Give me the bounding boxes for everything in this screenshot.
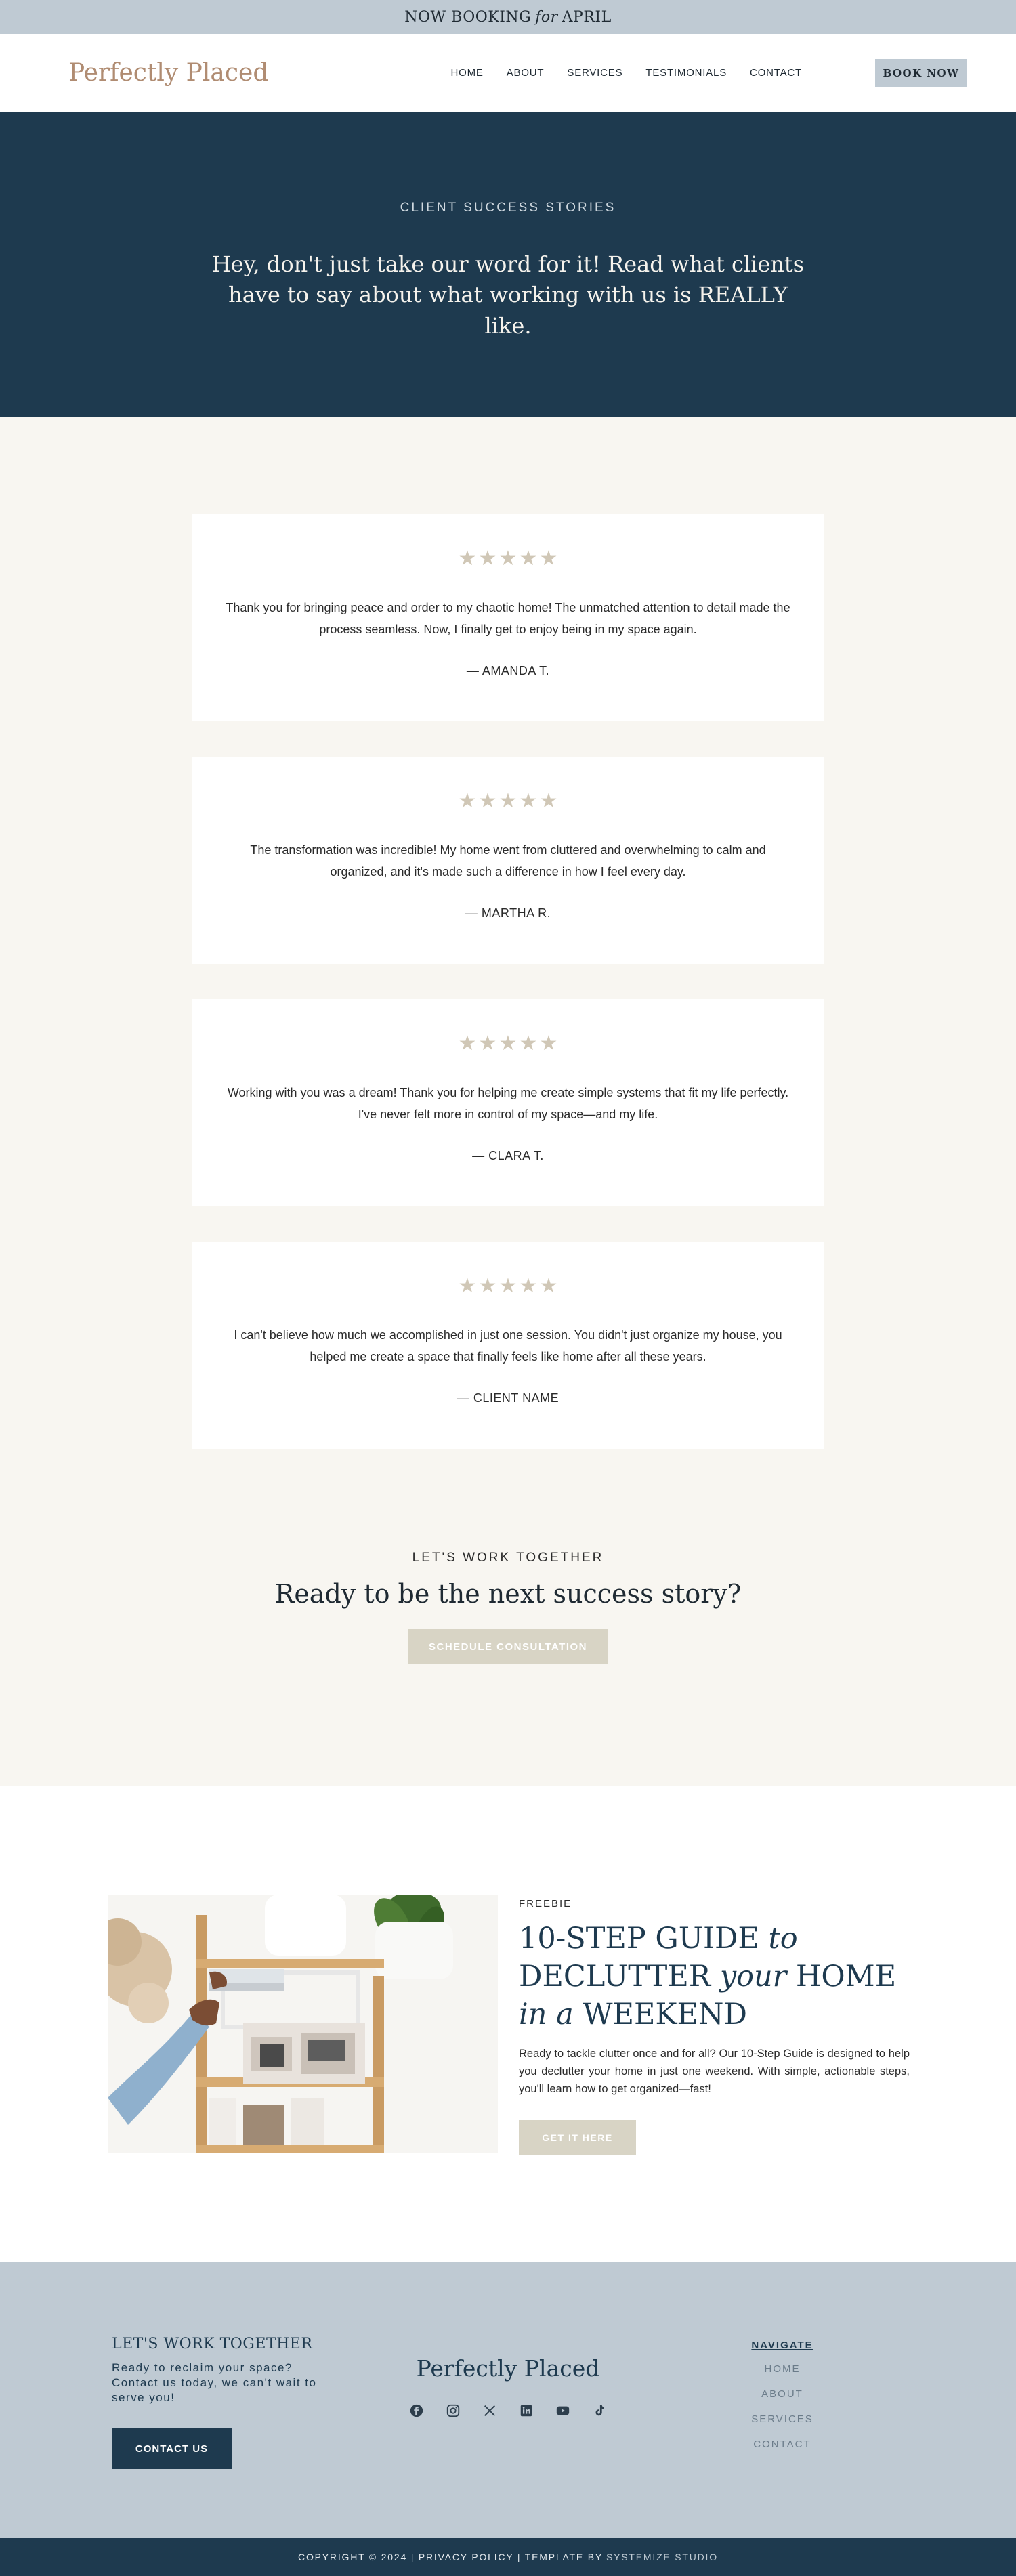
- site-logo[interactable]: Perfectly Placed: [68, 59, 268, 87]
- tiktok-icon[interactable]: [591, 2402, 608, 2420]
- social-links: [0, 2402, 1016, 2420]
- testimonial-quote: I can't believe how much we accomplished…: [234, 1328, 782, 1364]
- testimonial-card: ★ ★ ★ ★ ★ Thank you for bringing peace and o…: [192, 514, 824, 721]
- nav-contact[interactable]: CONTACT: [750, 67, 802, 79]
- site-header: Perfectly Placed HOME ABOUT SERVICES TES…: [0, 34, 1016, 112]
- title-part: WEEKEND: [573, 1997, 748, 2031]
- testimonial-card: ★ ★ ★ ★ ★ I can't believe how much we accomp…: [192, 1242, 824, 1449]
- youtube-icon[interactable]: [554, 2402, 572, 2420]
- star-icon: ★: [539, 1032, 558, 1055]
- schedule-consultation-button[interactable]: SCHEDULE CONSULTATION: [408, 1629, 608, 1664]
- star-icon: ★: [499, 547, 517, 570]
- title-italic: in a: [519, 1997, 574, 2031]
- freebie-title: 10-STEP GUIDE to DECLUTTER your HOME in a…: [519, 1920, 910, 2034]
- star-icon: ★: [519, 1275, 538, 1297]
- freebie-section: FREEBIE 10-STEP GUIDE to DECLUTTER your H…: [0, 1786, 1016, 2262]
- star-rating: ★ ★ ★ ★ ★: [192, 790, 824, 812]
- testimonial-author: — AMANDA T.: [466, 663, 550, 677]
- testimonial-quote: Working with you was a dream! Thank you …: [227, 1086, 789, 1122]
- star-icon: ★: [458, 1032, 477, 1055]
- title-part: 10-STEP GUIDE: [519, 1922, 769, 1956]
- contact-us-button[interactable]: CONTACT US: [112, 2428, 232, 2470]
- facebook-icon[interactable]: [408, 2402, 425, 2420]
- main-nav: HOME ABOUT SERVICES TESTIMONIALS CONTACT: [451, 67, 803, 79]
- freebie-description: Ready to tackle clutter once and for all…: [519, 2047, 910, 2096]
- closet-organizing-illustration: [108, 1895, 498, 2153]
- star-rating: ★ ★ ★ ★ ★: [192, 1275, 824, 1297]
- star-icon: ★: [458, 547, 477, 570]
- footer-heading: LET'S WORK TOGETHER: [112, 2336, 313, 2352]
- testimonial-card: ★ ★ ★ ★ ★ Working with you was a dream! Than…: [192, 999, 824, 1206]
- title-italic: to: [768, 1922, 798, 1956]
- star-icon: ★: [539, 1275, 558, 1297]
- star-rating: ★ ★ ★ ★ ★: [192, 547, 824, 570]
- star-icon: ★: [478, 1032, 497, 1055]
- star-icon: ★: [478, 790, 497, 812]
- star-icon: ★: [519, 1032, 538, 1055]
- star-icon: ★: [539, 547, 558, 570]
- testimonial-author: — CLARA T.: [472, 1148, 544, 1162]
- star-rating: ★ ★ ★ ★ ★: [192, 1032, 824, 1055]
- cta-block: LET'S WORK TOGETHER Ready to be the next…: [0, 1484, 1016, 1664]
- freebie-image: [108, 1895, 498, 2153]
- linkedin-icon[interactable]: [517, 2402, 535, 2420]
- footer-nav: NAVIGATE HOME ABOUT SERVICES CONTACT: [748, 2340, 816, 2450]
- freebie-content: FREEBIE 10-STEP GUIDE to DECLUTTER your H…: [519, 1895, 910, 2262]
- star-icon: ★: [458, 790, 477, 812]
- star-icon: ★: [519, 547, 538, 570]
- footer-nav-title: NAVIGATE: [751, 2340, 813, 2351]
- testimonial-author: — CLIENT NAME: [457, 1391, 559, 1405]
- star-icon: ★: [519, 790, 538, 812]
- x-icon[interactable]: [481, 2402, 499, 2420]
- get-it-here-button[interactable]: GET IT HERE: [519, 2119, 636, 2155]
- testimonial-author: — MARTHA R.: [465, 906, 551, 920]
- testimonial-card: ★ ★ ★ ★ ★ The transformation was incredible!…: [192, 757, 824, 964]
- hero-section: CLIENT SUCCESS STORIES Hey, don't just t…: [0, 112, 1016, 417]
- book-now-button[interactable]: BOOK NOW: [875, 58, 967, 87]
- site-footer: LET'S WORK TOGETHER Ready to reclaim you…: [0, 2262, 1016, 2538]
- star-icon: ★: [499, 1032, 517, 1055]
- hero-headline: Hey, don't just take our word for it! Re…: [211, 251, 805, 339]
- cta-eyebrow: LET'S WORK TOGETHER: [412, 1550, 604, 1565]
- footer-nav-services[interactable]: SERVICES: [748, 2413, 816, 2425]
- cta-headline: Ready to be the next success story?: [274, 1579, 742, 1609]
- copyright-bar: COPYRIGHT © 2024 | PRIVACY POLICY | TEMP…: [0, 2538, 1016, 2576]
- hero-eyebrow: CLIENT SUCCESS STORIES: [400, 200, 616, 215]
- copyright-text: COPYRIGHT © 2024 | PRIVACY POLICY | TEMP…: [298, 2552, 604, 2562]
- nav-about[interactable]: ABOUT: [507, 67, 545, 79]
- title-part: DECLUTTER: [519, 1959, 720, 1993]
- title-part: HOME: [786, 1959, 897, 1993]
- star-icon: ★: [478, 1275, 497, 1297]
- testimonials-section: ★ ★ ★ ★ ★ Thank you for bringing peace and o…: [0, 417, 1016, 1786]
- banner-italic: for: [535, 8, 558, 26]
- nav-home[interactable]: HOME: [451, 67, 484, 79]
- banner-prefix: NOW BOOKING: [404, 8, 532, 26]
- testimonial-quote: Thank you for bringing peace and order t…: [226, 601, 790, 637]
- star-icon: ★: [458, 1275, 477, 1297]
- star-icon: ★: [478, 547, 497, 570]
- star-icon: ★: [499, 790, 517, 812]
- instagram-icon[interactable]: [444, 2402, 462, 2420]
- star-icon: ★: [499, 1275, 517, 1297]
- footer-nav-home[interactable]: HOME: [748, 2363, 816, 2375]
- testimonial-quote: The transformation was incredible! My ho…: [250, 843, 766, 879]
- footer-nav-contact[interactable]: CONTACT: [748, 2438, 816, 2450]
- studio-link[interactable]: SYSTEMIZE STUDIO: [606, 2552, 718, 2562]
- nav-services[interactable]: SERVICES: [567, 67, 622, 79]
- top-banner: NOW BOOKING for APRIL: [0, 0, 1016, 34]
- freebie-eyebrow: FREEBIE: [519, 1898, 572, 1909]
- title-italic: your: [719, 1959, 787, 1993]
- nav-testimonials[interactable]: TESTIMONIALS: [645, 67, 727, 79]
- footer-nav-about[interactable]: ABOUT: [748, 2388, 816, 2400]
- banner-suffix: APRIL: [562, 8, 612, 26]
- star-icon: ★: [539, 790, 558, 812]
- footer-text: Ready to reclaim your space? Contact us …: [112, 2361, 317, 2405]
